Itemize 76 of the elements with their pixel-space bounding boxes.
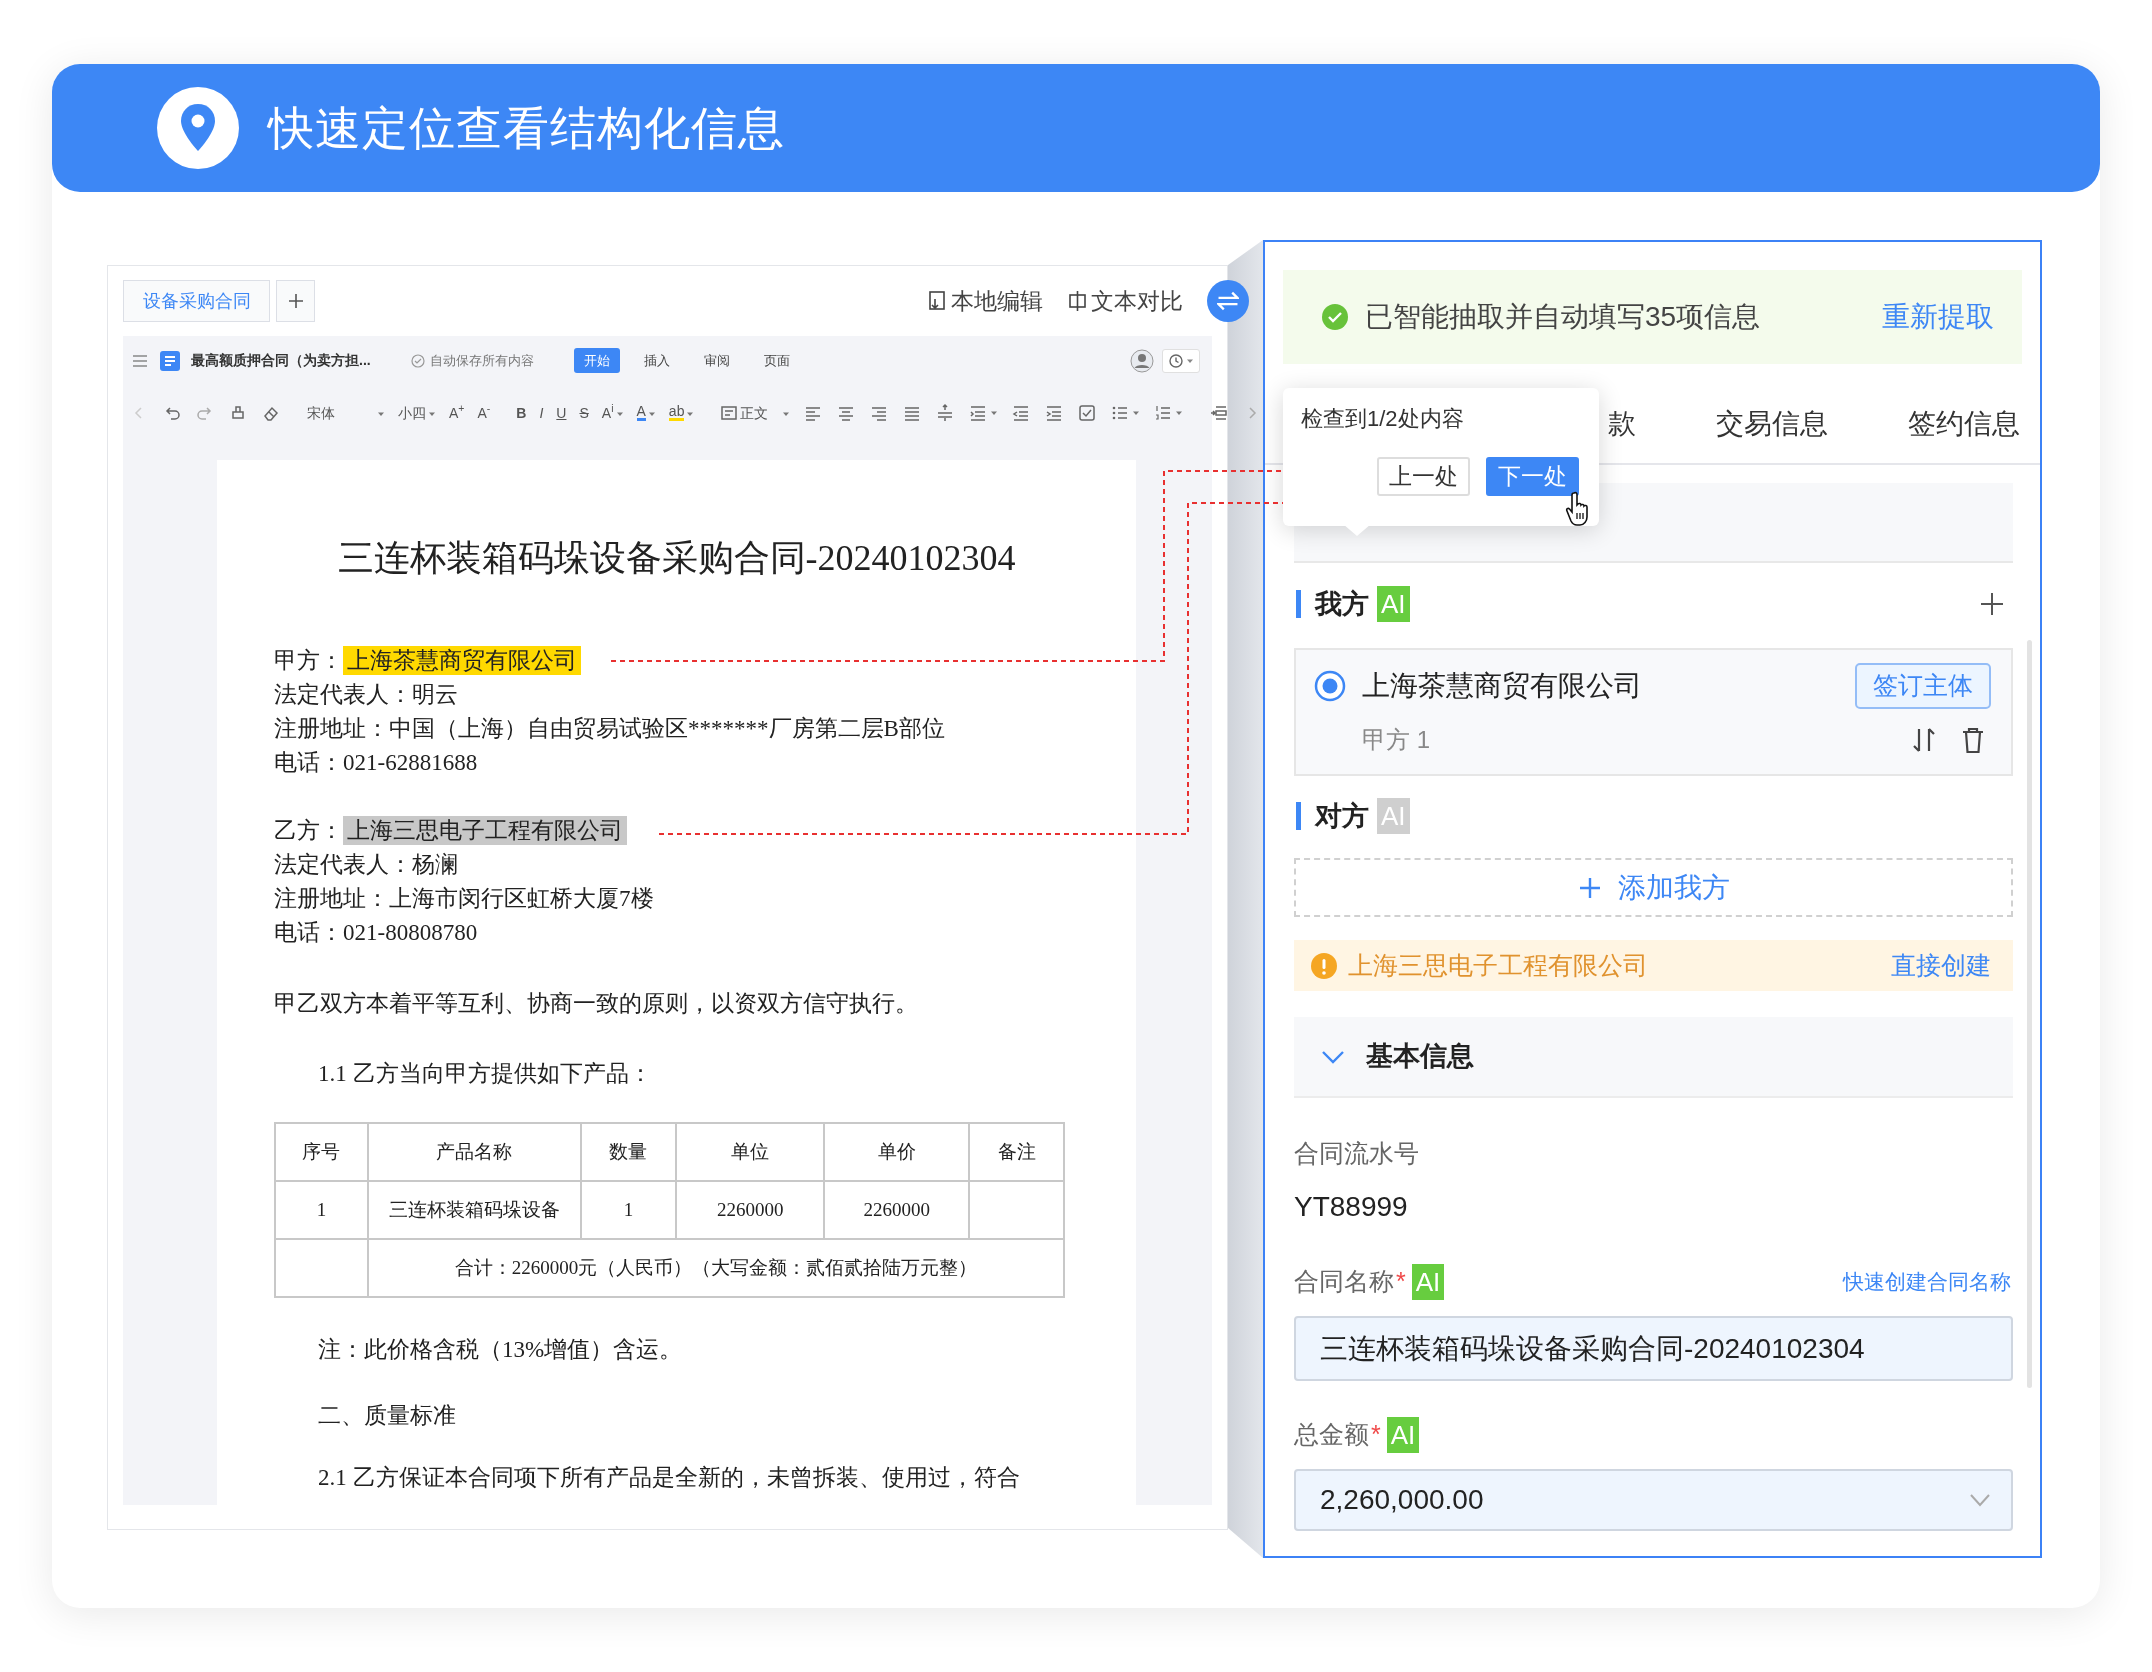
ribbon-tab[interactable]: 插入 [633, 347, 680, 374]
section-header[interactable]: 基本信息 [1294, 1017, 2013, 1098]
required-mark: * [1396, 1266, 1406, 1298]
ribbon-tab[interactable]: 页面 [753, 347, 800, 374]
find-result-text: 检查到1/2处内容 [1301, 405, 1465, 433]
column-header: 单位 [676, 1123, 825, 1181]
table-cell: 三连杯装箱码垛设备 [367, 1181, 581, 1239]
toolbar-button[interactable]: ab [668, 404, 695, 421]
counterparty-name: 上海三思电子工程有限公司 [1348, 949, 1648, 981]
table-cell: 2260000 [824, 1181, 970, 1239]
next-button[interactable]: 下一处 [1486, 457, 1579, 496]
document-text-line: 法定代表人：杨澜 [274, 851, 458, 879]
document-paragraph: 2.1 乙方保证本合同项下所有产品是全新的，未曾拆装、使用过，符合 [317, 1464, 1020, 1492]
toolbar-button[interactable]: A [636, 404, 656, 421]
extraction-message: 已智能抽取并自动填写35项信息 [1365, 300, 1761, 334]
section-title: 基本信息 [1366, 1040, 1474, 1074]
toolbar-button[interactable]: I [539, 405, 544, 420]
table-cell: 1 [580, 1181, 677, 1239]
toolbar-button[interactable]: 正文 [720, 403, 791, 422]
field-value: YT88999 [1294, 1190, 1408, 1224]
toolbar-button[interactable]: A$^{+}$ [449, 405, 465, 420]
text-input[interactable]: 三连杯装箱码垛设备采购合同-20240102304 [1294, 1316, 2013, 1381]
document-text-line: 电话：021-80808780 [274, 919, 478, 947]
document-paragraph: 1.1 乙方当向甲方提供如下产品： [317, 1060, 652, 1088]
table-total-cell: 合计：2260000元（人民币）（大写金额：贰佰贰拾陆万元整） [367, 1239, 1064, 1297]
field-label: 合同名称 [1294, 1266, 1394, 1298]
previous-button[interactable]: 上一处 [1377, 457, 1470, 496]
document-heading: 三连杯装箱码垛设备采购合同-20240102304 [336, 537, 1017, 580]
table-cell: 2260000 [676, 1181, 825, 1239]
toolbar-button[interactable]: 小四 [398, 405, 436, 420]
editor-action-button[interactable]: 文本对比 [1067, 283, 1183, 319]
document-text-line: 法定代表人：明云 [274, 681, 458, 709]
panel-tab[interactable]: 签约信息 [1908, 387, 2020, 464]
column-header: 备注 [969, 1123, 1064, 1181]
quick-create-link[interactable]: 快速创建合同名称 [1843, 1266, 2011, 1298]
ribbon-tab[interactable]: 开始 [573, 347, 620, 374]
document-text-line: 电话：021-62881688 [274, 749, 478, 777]
panel-tab[interactable]: 交易信息 [1716, 387, 1828, 464]
column-header: 产品名称 [367, 1123, 581, 1181]
party-role: 甲方 1 [1362, 725, 1430, 755]
document-text-line: 注册地址：中国（上海）自由贸易试验区*******厂房第二层B部位 [274, 715, 945, 743]
column-header: 单价 [824, 1123, 970, 1181]
party-label: 乙方： [274, 818, 343, 843]
highlighted-company-name: 上海茶慧商贸有限公司 [343, 646, 581, 675]
required-mark: * [1371, 1419, 1381, 1451]
toolbar-button[interactable]: A$^{i}$ [601, 405, 624, 420]
banner-title: 快速定位查看结构化信息 [268, 100, 785, 156]
add-party-button[interactable]: 添加我方 [1294, 858, 2013, 917]
toolbar-button[interactable]: B [516, 405, 527, 420]
autosave-status: 自动保存所有内容 [410, 350, 534, 371]
document-title: 最高额质押合同（为卖方担... [191, 351, 371, 370]
field-label: 合同流水号 [1294, 1138, 1419, 1170]
document-paragraph: 二、质量标准 [317, 1402, 456, 1430]
toolbar-button[interactable]: A$^{-}$ [477, 405, 491, 420]
ai-badge: AI [1411, 1264, 1445, 1300]
column-header: 序号 [275, 1123, 368, 1181]
section-title: 我方 [1315, 587, 1369, 621]
section-title: 对方 [1315, 799, 1369, 833]
company-name: 上海茶慧商贸有限公司 [1362, 669, 1642, 703]
ai-badge: AI [1377, 586, 1410, 622]
table-cell: 1 [275, 1181, 368, 1239]
editor-action-button[interactable]: 本地编辑 [927, 283, 1043, 319]
ai-badge: AI [1386, 1417, 1420, 1453]
document-text-line: 注册地址：上海市闵行区虹桥大厦7楼 [274, 885, 654, 913]
panel-tab[interactable]: 款 [1608, 387, 1636, 464]
ribbon-tab[interactable]: 审阅 [693, 347, 740, 374]
select-field[interactable]: 2,260,000.00 [1294, 1469, 2013, 1531]
toolbar-button[interactable]: U [556, 405, 567, 420]
document-paragraph: 甲乙双方本着平等互利、协商一致的原则，以资双方信守执行。 [274, 990, 918, 1018]
highlighted-company-name: 上海三思电子工程有限公司 [343, 816, 627, 845]
toolbar-button[interactable]: S [579, 405, 589, 420]
party-label: 甲方： [274, 648, 343, 673]
document-paragraph: 注：此价格含税（13%增值）含运。 [317, 1336, 683, 1364]
toolbar-button[interactable]: 宋体 [307, 405, 385, 420]
column-header: 数量 [580, 1123, 677, 1181]
field-label: 总金额 [1294, 1419, 1369, 1451]
